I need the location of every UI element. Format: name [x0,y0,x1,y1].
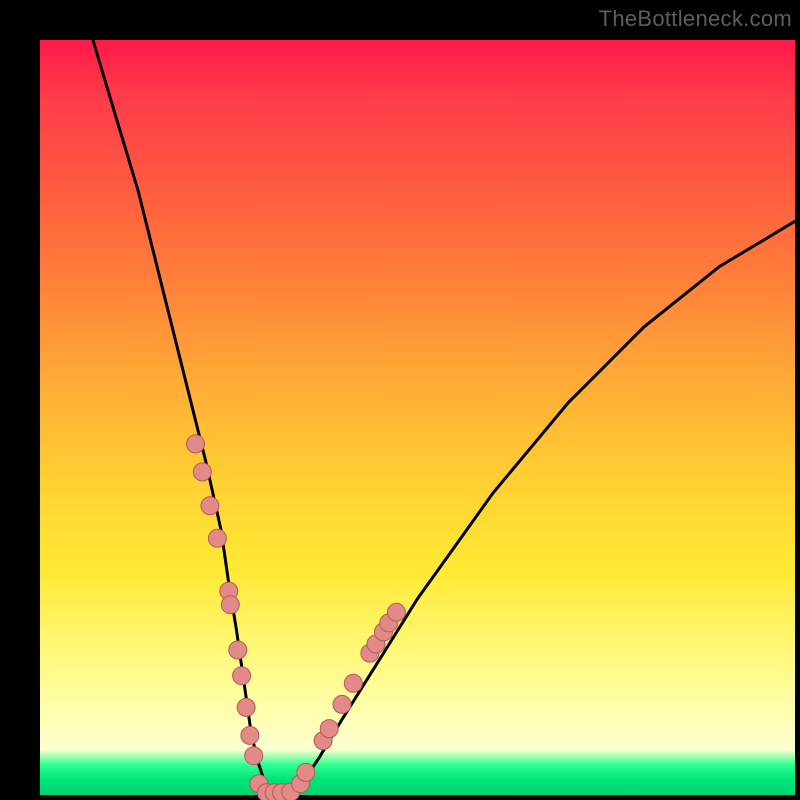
data-marker [233,667,251,685]
data-marker [333,695,351,713]
data-marker [187,435,205,453]
bottleneck-curve [93,40,795,793]
data-marker [201,497,219,515]
data-marker [221,596,239,614]
data-marker [387,603,405,621]
data-marker [297,763,315,781]
watermark-text: TheBottleneck.com [599,6,792,32]
plot-area [40,40,795,795]
curve-layer [40,40,795,795]
data-marker [193,463,211,481]
data-marker [237,698,255,716]
data-marker [208,529,226,547]
marker-group [187,435,406,800]
data-marker [245,747,263,765]
data-marker [229,641,247,659]
chart-frame: TheBottleneck.com [0,0,800,800]
data-marker [241,726,259,744]
data-marker [320,720,338,738]
data-marker [344,674,362,692]
